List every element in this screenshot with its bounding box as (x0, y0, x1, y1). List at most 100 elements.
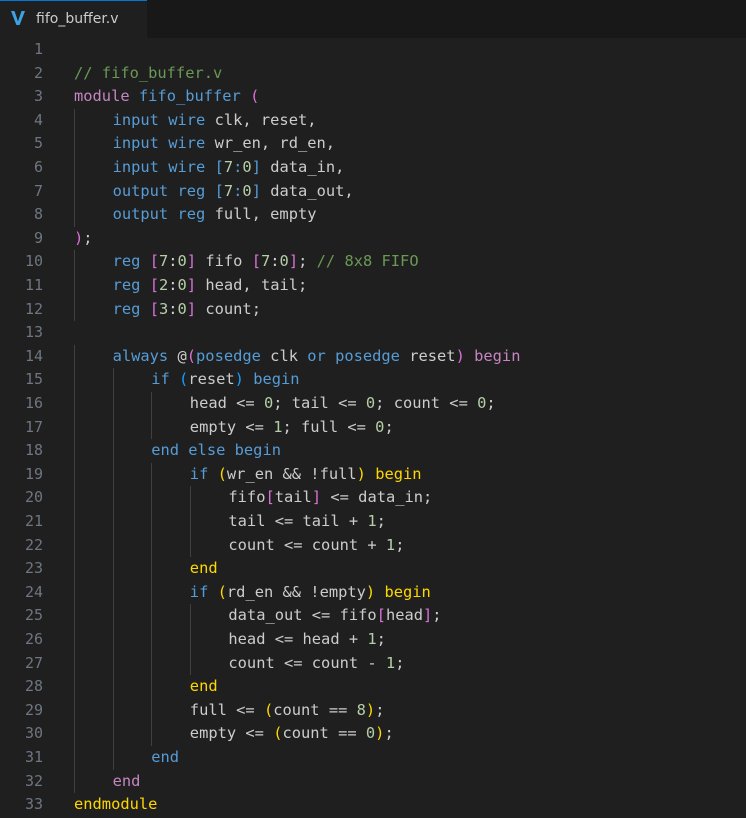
code-token: ( (217, 464, 227, 483)
code-token: if (189, 464, 209, 483)
code-token: [ (251, 252, 261, 271)
code-line[interactable]: 32 end (0, 770, 746, 794)
line-number: 12 (24, 299, 43, 318)
code-line[interactable]: 7 output reg [7:0] data_out, (0, 180, 746, 204)
indent-guide (112, 651, 114, 676)
code-token: ] (186, 252, 197, 271)
indent-guide (189, 486, 191, 510)
code-token: ; (395, 535, 405, 554)
code-token: always (112, 346, 169, 365)
code-token: else (188, 441, 226, 460)
indent-guide (151, 392, 153, 416)
line-number: 14 (24, 346, 43, 365)
indent-guide (151, 580, 153, 605)
code-token: 0 (365, 724, 376, 743)
code-token: ( (250, 87, 260, 106)
code-token: ] (288, 252, 299, 271)
code-line[interactable]: 1 (0, 38, 746, 62)
line-number: 8 (33, 205, 43, 224)
line-number: 33 (24, 795, 43, 814)
code-token: ( (179, 370, 189, 389)
indent-guide (74, 769, 75, 794)
code-line[interactable]: 13 (0, 321, 746, 345)
indent-guide (112, 439, 114, 463)
line-number: 7 (33, 181, 43, 200)
indent-guide (151, 722, 153, 746)
code-token: ) (74, 228, 84, 247)
tab-label[interactable]: fifo_buffer.v (36, 11, 119, 27)
code-text: input wire wr_en, rd_en, (113, 132, 335, 156)
code-token: [ (214, 158, 224, 176)
code-text: reg [7:0] fifo [7:0]; // 8x8 FIFO (113, 250, 419, 274)
code-line[interactable]: 10 reg [7:0] fifo [7:0]; // 8x8 FIFO (0, 250, 746, 274)
code-line[interactable]: 4 input wire clk, reset, (0, 109, 746, 133)
code-token: 7 (158, 252, 169, 271)
code-token: tail (274, 488, 312, 507)
line-number: 5 (33, 134, 43, 153)
code-token: ; count <= (375, 394, 478, 412)
line-number: 29 (24, 700, 43, 719)
code-token: [ (214, 181, 224, 200)
code-token: 7 (223, 181, 234, 200)
line-number: 31 (24, 748, 43, 766)
code-line[interactable]: 6 input wire [7:0] data_in, (0, 156, 746, 180)
code-token: ) (455, 346, 465, 365)
line-number: 19 (24, 464, 43, 483)
code-token: count == (273, 700, 357, 719)
code-token: reset (399, 346, 456, 365)
code-token: head, tail; (196, 276, 308, 294)
code-text: output reg full, empty (113, 203, 317, 227)
line-number: 18 (24, 441, 43, 460)
code-token: 0 (177, 276, 187, 294)
code-token: empty <= (189, 724, 274, 743)
code-line[interactable]: 12 reg [3:0] count; (0, 298, 746, 322)
code-line[interactable]: 2 // fifo_buffer.v (0, 62, 746, 86)
code-token: empty <= (189, 417, 274, 436)
code-line[interactable]: 33 endmodule (0, 793, 746, 817)
tab-fifo-buffer[interactable]: fifo_buffer.v (0, 0, 147, 38)
code-token: tail <= tail + (228, 512, 368, 530)
code-token: if (151, 370, 170, 389)
code-line[interactable]: 9); (0, 227, 746, 251)
code-token: data_out, (260, 181, 354, 200)
code-token: 7 (223, 158, 234, 176)
code-line[interactable]: 11 reg [2:0] head, tail; (0, 274, 746, 298)
code-token: ; (432, 606, 442, 625)
indent-guide (74, 392, 75, 416)
code-token: head (385, 606, 424, 625)
code-token: count <= count + (228, 535, 386, 554)
indent-guide (74, 250, 75, 274)
code-text: empty <= 1; full <= 0; (190, 416, 394, 440)
code-line[interactable]: 5 input wire wr_en, rd_en, (0, 132, 746, 156)
indent-guide (151, 533, 153, 558)
code-token: ] (423, 606, 433, 625)
indent-guide (74, 439, 75, 463)
code-token: begin (253, 370, 300, 389)
code-token: : (168, 299, 178, 318)
indent-guide (112, 486, 114, 510)
indent-guide (151, 486, 153, 510)
editor-window: fifo_buffer.v 1 2// fifo_buffer.v 3 module … (0, 0, 746, 818)
line-number: 15 (24, 370, 43, 389)
indent-guide (74, 510, 75, 534)
code-token: 3 (158, 299, 169, 318)
code-line[interactable]: 14 always @(posedge clk or posedge reset)… (0, 345, 746, 369)
code-line[interactable]: 8 output reg full, empty (0, 203, 746, 227)
code-token: 1 (367, 630, 377, 648)
line-number: 6 (33, 158, 43, 176)
code-editor[interactable]: 1 2// fifo_buffer.v 3 module fifo_buffer (4… (0, 38, 746, 818)
code-line[interactable]: 3 module fifo_buffer ( (0, 85, 746, 109)
code-token: full, empty (205, 205, 317, 224)
code-token: begin (474, 346, 521, 365)
code-text: empty <= (count == 0); (190, 722, 394, 746)
code-token: end (151, 748, 179, 766)
indent-guide (74, 179, 75, 204)
indent-guide (151, 557, 153, 581)
code-token: endmodule (74, 795, 158, 814)
indent-guide (112, 392, 114, 416)
